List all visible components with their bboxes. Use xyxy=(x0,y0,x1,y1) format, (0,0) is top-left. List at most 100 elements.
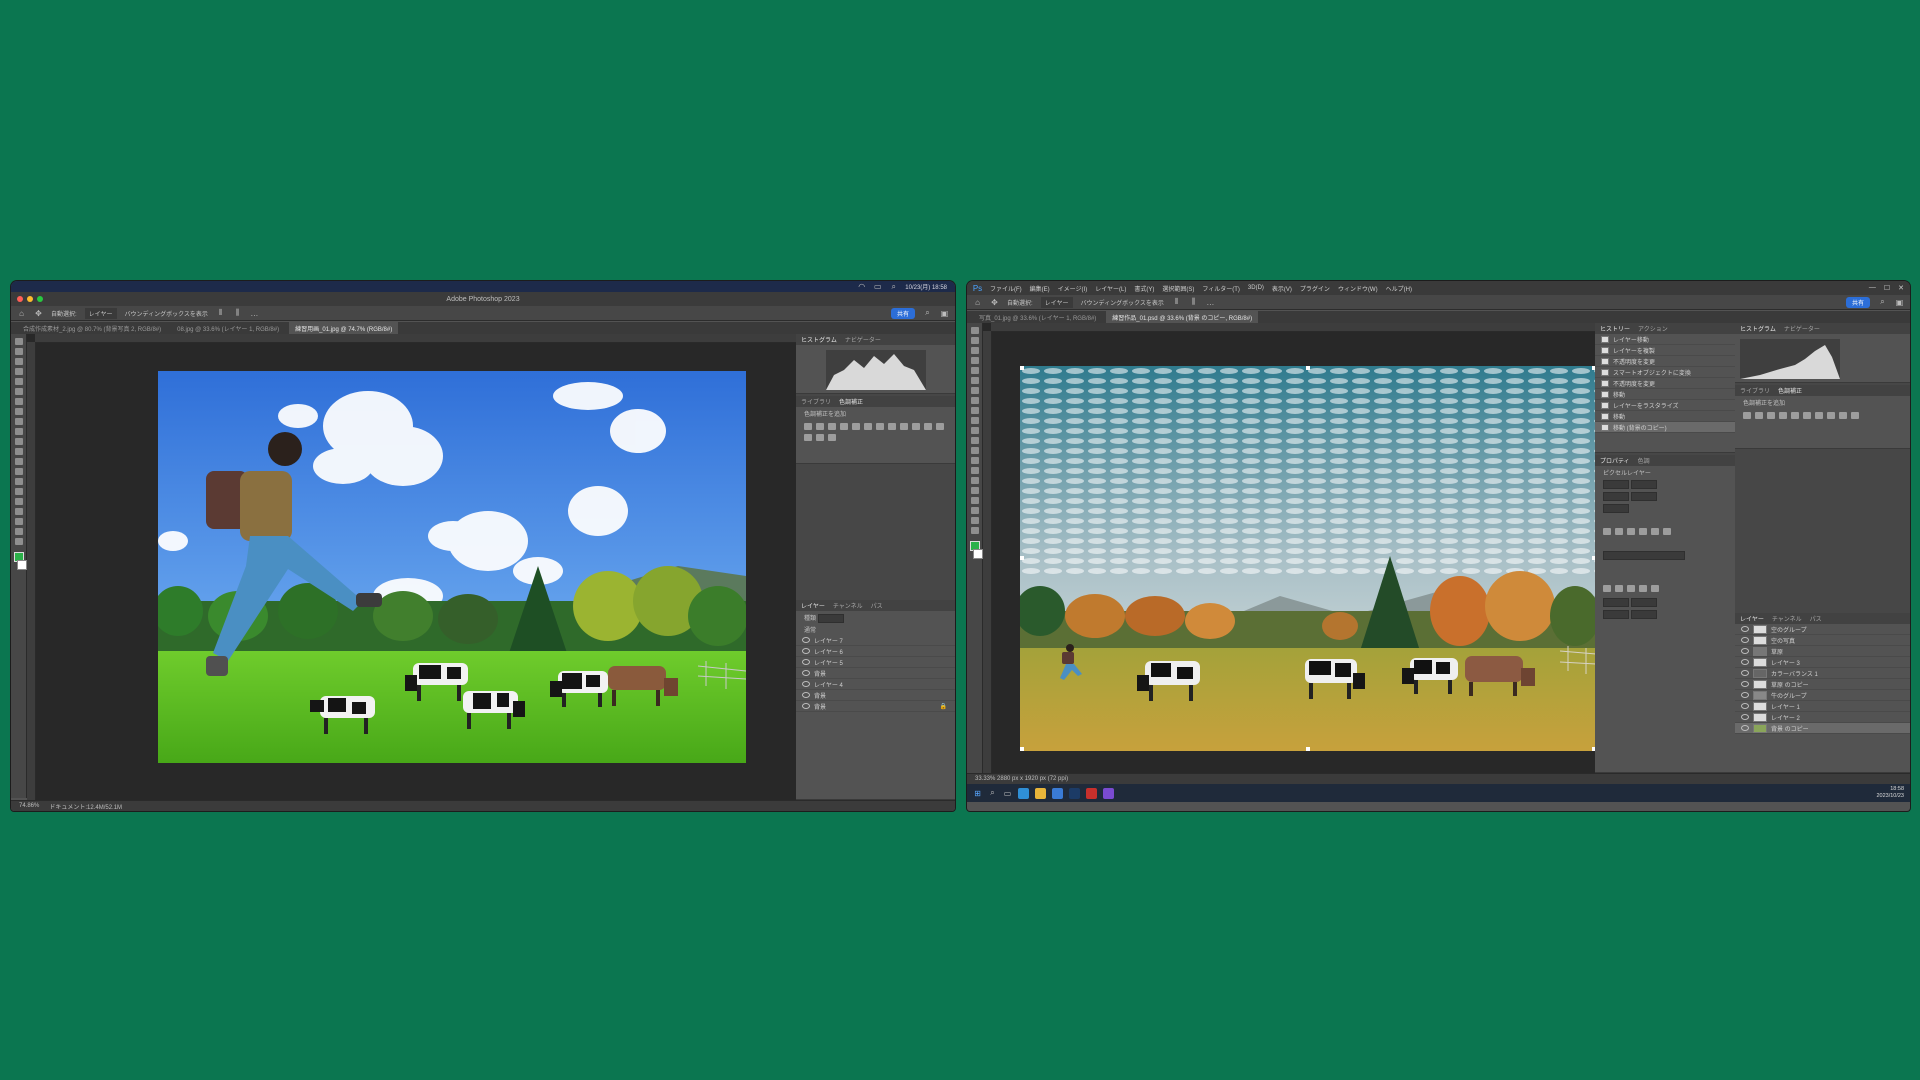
close-icon[interactable]: ✕ xyxy=(1898,284,1904,292)
lasso-tool[interactable] xyxy=(14,358,23,365)
menu-select[interactable]: 選択範囲(S) xyxy=(1162,284,1194,293)
quick-action-button[interactable] xyxy=(1603,551,1685,560)
history-item[interactable]: 移動 xyxy=(1595,389,1735,400)
bounding-box-checkbox[interactable]: バウンディングボックスを表示 xyxy=(125,309,208,318)
levels-icon[interactable] xyxy=(1755,412,1763,419)
canvas-area[interactable] xyxy=(27,334,796,800)
layer-row[interactable]: レイヤー 6 xyxy=(796,646,955,657)
app-icon[interactable] xyxy=(1103,787,1114,799)
menu-type[interactable]: 書式(Y) xyxy=(1134,284,1154,293)
tab-histogram[interactable]: ヒストグラム xyxy=(1740,324,1776,333)
tracking-field[interactable] xyxy=(1603,610,1629,619)
explorer-icon[interactable] xyxy=(1035,787,1046,799)
workspace-icon[interactable]: ▣ xyxy=(940,309,949,318)
invert-icon[interactable] xyxy=(924,423,932,430)
distribute-icon[interactable]: ⫼ xyxy=(233,308,242,318)
vibrance-icon[interactable] xyxy=(1791,412,1799,419)
history-item[interactable]: 不透明度を変更 xyxy=(1595,356,1735,367)
auto-select-dropdown[interactable]: レイヤー xyxy=(1040,296,1073,308)
store-icon[interactable] xyxy=(1052,787,1063,799)
history-brush-tool[interactable] xyxy=(14,438,23,445)
photo-filter-icon[interactable] xyxy=(900,423,908,430)
canvas-area[interactable] xyxy=(983,323,1596,773)
taskbar-clock[interactable]: 18:58 2023/10/23 xyxy=(1876,786,1904,800)
shape-tool[interactable] xyxy=(14,518,23,525)
posterize-icon[interactable] xyxy=(936,423,944,430)
tab-channels[interactable]: チャンネル xyxy=(1772,614,1802,623)
pen-tool[interactable] xyxy=(14,488,23,495)
visibility-eye-icon[interactable] xyxy=(1741,637,1749,643)
history-item[interactable]: 不透明度を変更 xyxy=(1595,378,1735,389)
visibility-eye-icon[interactable] xyxy=(802,637,810,643)
exposure-icon[interactable] xyxy=(840,423,848,430)
type-tool[interactable] xyxy=(14,498,23,505)
hue-icon[interactable] xyxy=(864,423,872,430)
layers-filter-field[interactable] xyxy=(817,613,844,623)
tab-navigator[interactable]: ナビゲーター xyxy=(845,335,881,344)
angle-field[interactable] xyxy=(1603,504,1629,513)
brightness-icon[interactable] xyxy=(804,423,812,430)
visibility-eye-icon[interactable] xyxy=(802,681,810,687)
threshold-icon[interactable] xyxy=(804,434,812,441)
bounding-box-checkbox[interactable]: バウンディングボックスを表示 xyxy=(1081,298,1164,307)
horizontal-ruler[interactable] xyxy=(991,323,1595,332)
eyedropper-tool[interactable] xyxy=(14,398,23,405)
layer-row[interactable]: レイヤー 4 xyxy=(796,679,955,690)
menu-plugins[interactable]: プラグイン xyxy=(1300,284,1330,293)
visibility-eye-icon[interactable] xyxy=(802,648,810,654)
color-balance-icon[interactable] xyxy=(1815,412,1823,419)
document-tab[interactable]: 合成作成素材_2.jpg @ 80.7% (背景写真 2, RGB/8#) xyxy=(17,322,167,335)
brush-tool[interactable] xyxy=(14,418,23,425)
y-field[interactable] xyxy=(1630,492,1657,501)
history-item-active[interactable]: 移動 (背景のコピー) xyxy=(1595,422,1735,433)
char-icon[interactable] xyxy=(1651,585,1659,592)
tab-histogram[interactable]: ヒストグラム xyxy=(801,335,837,344)
share-button[interactable]: 共有 xyxy=(890,307,915,319)
align-center-icon[interactable] xyxy=(1615,528,1623,535)
zoom-window-button[interactable] xyxy=(37,296,43,302)
photo-filter-icon[interactable] xyxy=(1839,412,1847,419)
tab-paths[interactable]: パス xyxy=(1810,614,1822,623)
hand-tool[interactable] xyxy=(14,528,23,535)
align-middle-icon[interactable] xyxy=(1651,528,1659,535)
kerning-field[interactable] xyxy=(1630,610,1657,619)
search-icon[interactable]: ⌕ xyxy=(889,282,898,291)
visibility-eye-icon[interactable] xyxy=(1741,725,1749,731)
vertical-ruler[interactable] xyxy=(27,342,36,800)
layer-row[interactable]: 牛のグループ xyxy=(1735,690,1910,701)
visibility-eye-icon[interactable] xyxy=(1741,659,1749,665)
tab-adjustments[interactable]: 色調補正 xyxy=(1778,386,1802,395)
visibility-eye-icon[interactable] xyxy=(1741,626,1749,632)
minimize-window-button[interactable] xyxy=(27,296,33,302)
clone-stamp-tool[interactable] xyxy=(14,428,23,435)
crop-tool[interactable] xyxy=(970,367,979,374)
layer-row[interactable]: レイヤー 3 xyxy=(1735,657,1910,668)
task-view-icon[interactable]: ▭ xyxy=(1003,789,1012,798)
start-icon[interactable]: ⊞ xyxy=(973,789,982,798)
pen-tool[interactable] xyxy=(970,477,979,484)
vertical-ruler[interactable] xyxy=(983,331,992,773)
tab-color[interactable]: 色調 xyxy=(1638,456,1650,465)
black-white-icon[interactable] xyxy=(888,423,896,430)
share-button[interactable]: 共有 xyxy=(1845,296,1870,308)
frame-tool[interactable] xyxy=(14,388,23,395)
eraser-tool[interactable] xyxy=(14,448,23,455)
eyedropper-tool[interactable] xyxy=(970,387,979,394)
document-image-jumping-boy-meadow[interactable] xyxy=(158,371,746,763)
layer-row[interactable]: レイヤー 2 xyxy=(1735,712,1910,723)
history-item[interactable]: スマートオブジェクトに変換 xyxy=(1595,367,1735,378)
layer-row[interactable]: レイヤー 1 xyxy=(1735,701,1910,712)
visibility-eye-icon[interactable] xyxy=(802,670,810,676)
maximize-icon[interactable]: ☐ xyxy=(1884,284,1890,292)
brush-tool[interactable] xyxy=(970,407,979,414)
layer-row[interactable]: 草原 のコピー xyxy=(1735,679,1910,690)
minimize-icon[interactable]: — xyxy=(1869,284,1876,292)
layer-row[interactable]: レイヤー 5 xyxy=(796,657,955,668)
layers-filter[interactable]: 種類 xyxy=(796,611,955,623)
menu-image[interactable]: イメージ(I) xyxy=(1058,284,1088,293)
move-tool-icon[interactable]: ✥ xyxy=(990,298,999,307)
exposure-icon[interactable] xyxy=(1779,412,1787,419)
lasso-tool[interactable] xyxy=(970,347,979,354)
visibility-eye-icon[interactable] xyxy=(802,659,810,665)
eraser-tool[interactable] xyxy=(970,437,979,444)
